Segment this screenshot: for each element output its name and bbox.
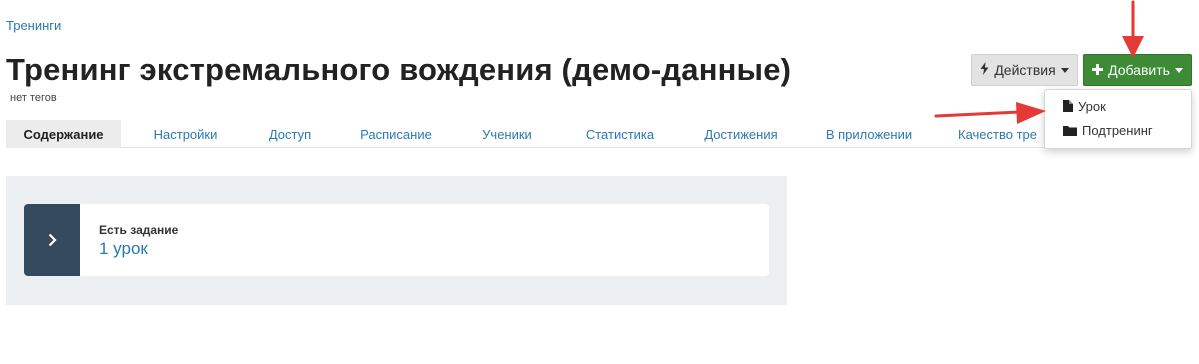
annotation-arrow-down xyxy=(1122,0,1144,58)
lightning-icon xyxy=(980,62,989,78)
tab-settings[interactable]: Настройки xyxy=(134,120,237,148)
menu-item-subtraining-label: Подтренинг xyxy=(1082,122,1153,138)
add-button-label: Добавить xyxy=(1108,62,1170,78)
plus-icon xyxy=(1092,62,1104,78)
menu-item-subtraining[interactable]: Подтренинг xyxy=(1063,120,1153,140)
menu-item-lesson[interactable]: Урок xyxy=(1063,96,1106,116)
lesson-group-card: Есть задание 1 урок xyxy=(24,204,769,276)
tab-schedule[interactable]: Расписание xyxy=(346,120,446,148)
file-icon xyxy=(1063,100,1073,112)
tab-access[interactable]: Доступ xyxy=(252,120,328,148)
chevron-right-icon xyxy=(48,233,57,247)
menu-item-lesson-label: Урок xyxy=(1078,98,1106,114)
chevron-down-icon xyxy=(1060,68,1069,73)
tags-label: нет тегов xyxy=(10,92,57,104)
actions-button[interactable]: Действия xyxy=(971,54,1078,86)
tab-in-app[interactable]: В приложении xyxy=(814,120,924,148)
tab-bar: Содержание Настройки Доступ Расписание У… xyxy=(6,120,1066,148)
tab-achievements[interactable]: Достижения xyxy=(690,120,792,148)
tab-students[interactable]: Ученики xyxy=(466,120,548,148)
card-title: Есть задание xyxy=(99,223,179,237)
lessons-count-link[interactable]: 1 урок xyxy=(99,239,148,259)
actions-button-label: Действия xyxy=(994,62,1056,78)
content-panel: Есть задание 1 урок xyxy=(6,176,787,305)
expand-toggle[interactable] xyxy=(24,204,80,276)
tab-content[interactable]: Содержание xyxy=(6,120,121,148)
annotation-arrow-right xyxy=(934,102,1046,124)
page-title: Тренинг экстремального вождения (демо-да… xyxy=(6,52,792,87)
folder-icon xyxy=(1063,125,1077,136)
tab-statistics[interactable]: Статистика xyxy=(572,120,668,148)
breadcrumb-link[interactable]: Тренинги xyxy=(6,18,61,33)
add-dropdown-menu: Урок Подтренинг xyxy=(1044,89,1192,149)
chevron-down-icon xyxy=(1174,68,1183,73)
